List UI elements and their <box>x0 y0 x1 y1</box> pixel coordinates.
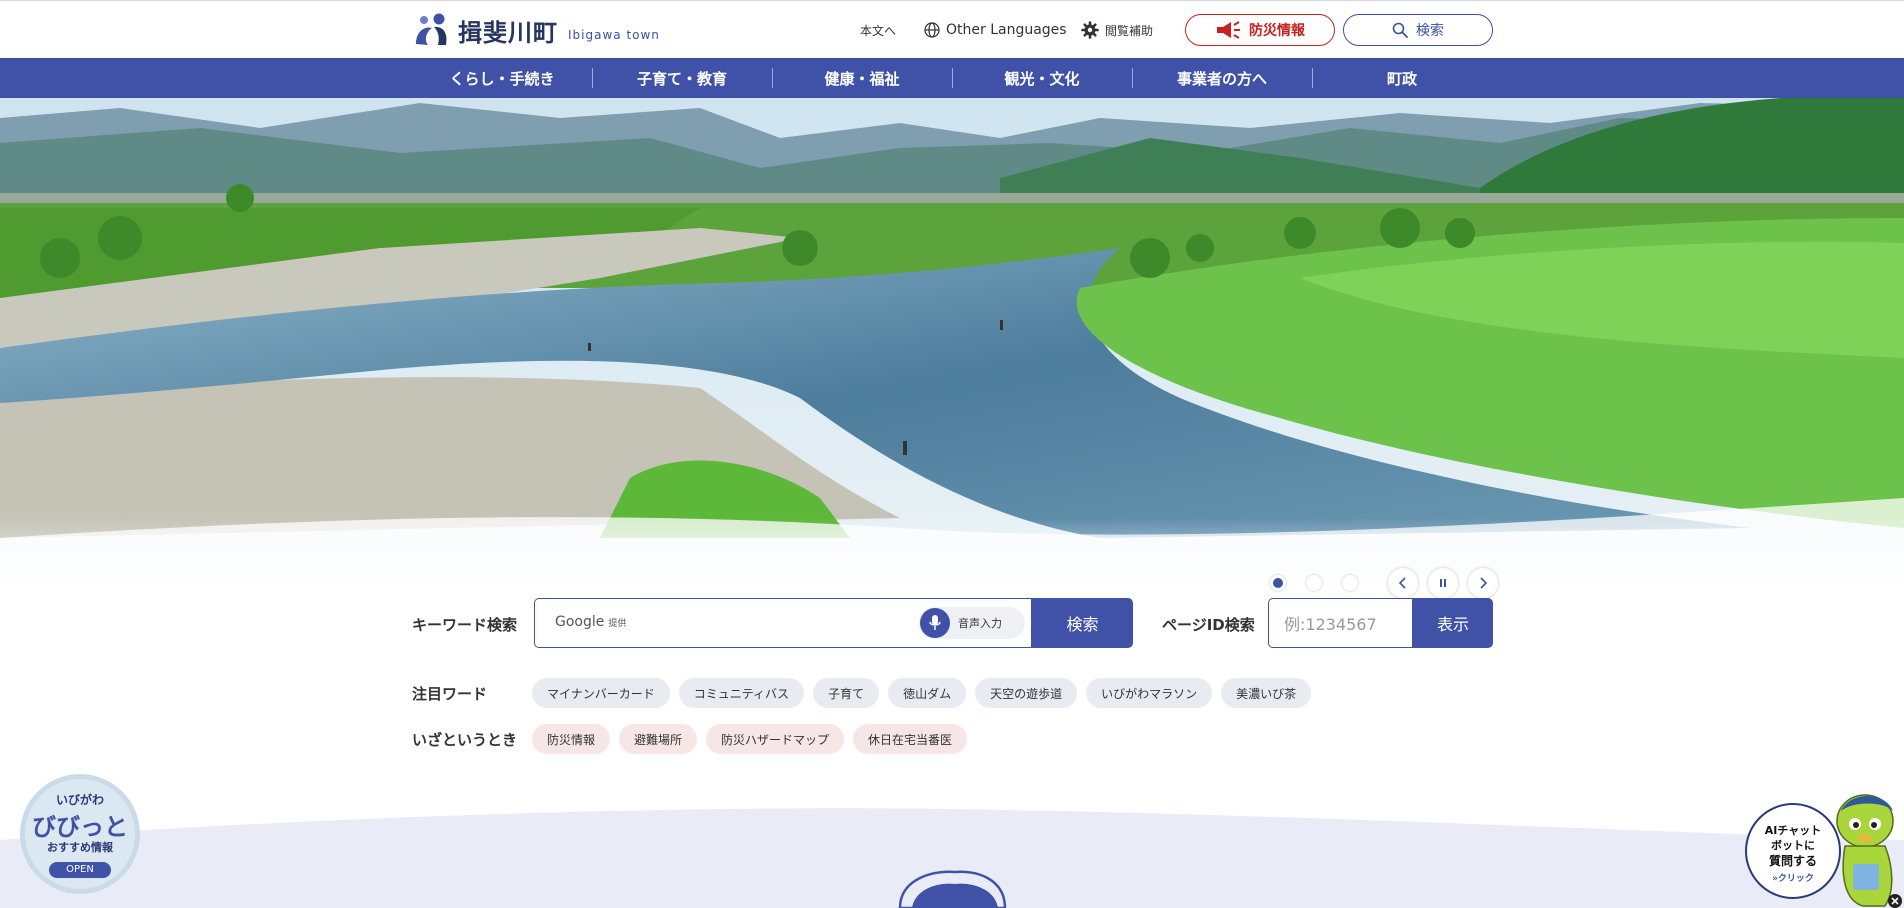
slide-prev-button[interactable] <box>1388 568 1418 598</box>
featured-words-label: 注目ワード <box>412 684 488 703</box>
biby-line3: おすすめ情報 <box>47 841 113 854</box>
featured-tag[interactable]: いびがわマラソン <box>1086 678 1213 708</box>
nav-item-kanko[interactable]: 観光・文化 <box>952 58 1132 98</box>
slide-next-button[interactable] <box>1468 568 1498 598</box>
nav-item-jigyosha[interactable]: 事業者の方へ <box>1132 58 1312 98</box>
voice-input-label: 音声入力 <box>958 617 1002 630</box>
slide-dot-2[interactable] <box>1306 575 1322 591</box>
search-icon <box>1392 22 1408 38</box>
keyword-search-input[interactable]: Google 提供 音声入力 <box>534 598 1032 648</box>
chevron-right-icon <box>1480 577 1488 589</box>
globe-icon <box>924 22 940 38</box>
disaster-info-label: 防災情報 <box>1249 23 1305 39</box>
nav-item-kurashi[interactable]: くらし・手続き <box>412 58 592 98</box>
logo-subtitle: Ibigawa town <box>568 28 660 42</box>
ai-chat-line2: ボットに <box>1771 839 1815 852</box>
google-sub: 提供 <box>608 619 627 629</box>
voice-input-button[interactable]: 音声入力 <box>919 607 1025 639</box>
ai-chat-line3: 質問する <box>1768 854 1817 868</box>
slide-pause-button[interactable] <box>1428 568 1458 598</box>
logo-title: 揖斐川町 <box>458 18 558 47</box>
nav-item-kosodate[interactable]: 子育て・教育 <box>592 58 772 98</box>
keyword-search-submit[interactable]: 検索 <box>1032 598 1133 648</box>
accessibility-link[interactable]: 閲覧補助 <box>1081 15 1153 45</box>
header-search-label: 検索 <box>1416 23 1444 39</box>
biby-recommend-badge[interactable]: いびがわ びびっと おすすめ情報 OPEN <box>19 773 141 895</box>
other-languages-link[interactable]: Other Languages <box>924 15 1067 45</box>
page-id-search-label: ページID検索 <box>1162 615 1255 634</box>
slide-dot-3[interactable] <box>1342 575 1358 591</box>
emergency-label: いざというとき <box>412 730 518 749</box>
languages-label: Other Languages <box>946 22 1067 38</box>
accessibility-label: 閲覧補助 <box>1105 23 1154 38</box>
page-id-input[interactable]: 例:1234567 <box>1268 598 1413 648</box>
biby-line2: びびっと <box>32 813 128 841</box>
ai-chat-line4: »クリック <box>1772 874 1814 884</box>
bottom-section-wave <box>0 808 1904 908</box>
megaphone-icon <box>1217 21 1240 39</box>
emergency-tag[interactable]: 避難場所 <box>619 724 698 754</box>
river-landscape-image <box>0 98 1904 600</box>
disaster-info-button[interactable]: 防災情報 <box>1185 14 1335 46</box>
site-header: 揖斐川町 Ibigawa town 本文へ Other Languages 閲覧… <box>0 0 1904 58</box>
featured-words-row: 注目ワード マイナンバーカード コミュニティバス 子育て 徳山ダム 天空の遊歩道… <box>412 678 1320 708</box>
emergency-tag[interactable]: 防災情報 <box>532 724 611 754</box>
microphone-icon <box>920 608 950 638</box>
skip-to-content-link[interactable]: 本文へ <box>860 15 896 45</box>
header-search-button[interactable]: 検索 <box>1343 14 1493 46</box>
nav-item-chosei[interactable]: 町政 <box>1312 58 1492 98</box>
biby-line1: いびがわ <box>55 793 104 807</box>
featured-tag[interactable]: 天空の遊歩道 <box>975 678 1078 708</box>
gear-icon <box>1081 21 1099 39</box>
google-branding: Google 提供 <box>555 614 626 630</box>
ai-chat-line1: AIチャット <box>1764 824 1822 837</box>
emergency-row: いざというとき 防災情報 避難場所 防災ハザードマップ 休日在宅当番医 <box>412 724 976 754</box>
skip-link-label: 本文へ <box>860 23 897 38</box>
slider-controls <box>1270 568 1498 598</box>
page-id-submit[interactable]: 表示 <box>1413 598 1493 648</box>
featured-tag[interactable]: コミュニティバス <box>678 678 805 708</box>
chevron-left-icon <box>1398 577 1406 589</box>
featured-tag[interactable]: 美濃いび茶 <box>1221 678 1312 708</box>
logo-mark-icon <box>412 12 452 48</box>
google-text: Google <box>555 614 605 630</box>
biby-open-button[interactable]: OPEN <box>49 862 111 878</box>
hero-slider <box>0 98 1904 600</box>
global-nav: くらし・手続き 子育て・教育 健康・福祉 観光・文化 事業者の方へ 町政 <box>0 58 1904 98</box>
pause-icon <box>1440 579 1446 587</box>
keyword-search-label: キーワード検索 <box>412 615 518 634</box>
emergency-tag[interactable]: 防災ハザードマップ <box>706 724 845 754</box>
featured-tag[interactable]: 子育て <box>813 678 880 708</box>
featured-tag[interactable]: 徳山ダム <box>888 678 967 708</box>
emergency-tag[interactable]: 休日在宅当番医 <box>853 724 968 754</box>
slide-dot-1[interactable] <box>1270 575 1286 591</box>
featured-tag[interactable]: マイナンバーカード <box>532 678 670 708</box>
ai-chatbot-widget[interactable]: AIチャット ボットに 質問する »クリック <box>1745 786 1904 908</box>
nav-item-kenko[interactable]: 健康・福祉 <box>772 58 952 98</box>
site-logo[interactable]: 揖斐川町 Ibigawa town <box>412 12 660 48</box>
